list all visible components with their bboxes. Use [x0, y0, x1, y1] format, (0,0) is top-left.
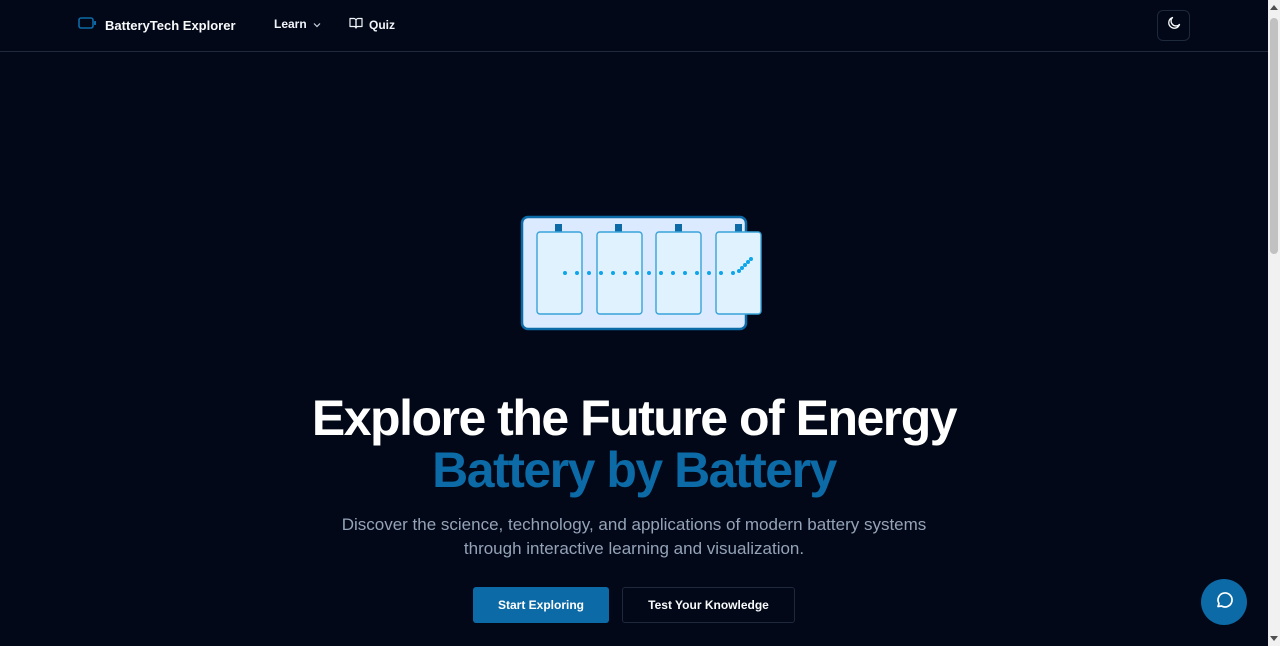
- brand-name: BatteryTech Explorer: [105, 17, 236, 33]
- hero-headline: Explore the Future of Energy Battery by …: [0, 392, 1268, 496]
- top-navbar: BatteryTech Explorer Learn Quiz: [0, 0, 1268, 52]
- brand-link[interactable]: BatteryTech Explorer: [78, 16, 236, 34]
- moon-icon: [1167, 16, 1181, 35]
- scroll-down-arrow-icon[interactable]: [1270, 636, 1278, 641]
- hero-title-line1: Explore the Future of Energy: [311, 390, 958, 446]
- battery-pack-illustration: [519, 214, 765, 337]
- scroll-thumb[interactable]: [1270, 18, 1278, 254]
- chevron-down-icon: [313, 17, 321, 31]
- test-knowledge-button[interactable]: Test Your Knowledge: [622, 587, 795, 623]
- chat-button[interactable]: [1201, 579, 1247, 625]
- book-open-icon: [349, 17, 363, 32]
- theme-toggle-button[interactable]: [1157, 10, 1190, 41]
- scroll-up-arrow-icon[interactable]: [1270, 5, 1278, 10]
- battery-icon: [78, 16, 97, 34]
- nav-learn-dropdown[interactable]: Learn: [274, 17, 321, 31]
- hero-subtitle: Discover the science, technology, and ap…: [341, 515, 927, 558]
- hero-title-line2: Battery by Battery: [432, 442, 837, 498]
- start-exploring-button[interactable]: Start Exploring: [473, 587, 609, 623]
- message-circle-icon: [1214, 590, 1234, 615]
- nav-quiz-label: Quiz: [369, 17, 395, 32]
- page-scrollbar[interactable]: [1268, 0, 1280, 646]
- nav-quiz-link[interactable]: Quiz: [349, 17, 395, 32]
- nav-learn-label: Learn: [274, 17, 307, 31]
